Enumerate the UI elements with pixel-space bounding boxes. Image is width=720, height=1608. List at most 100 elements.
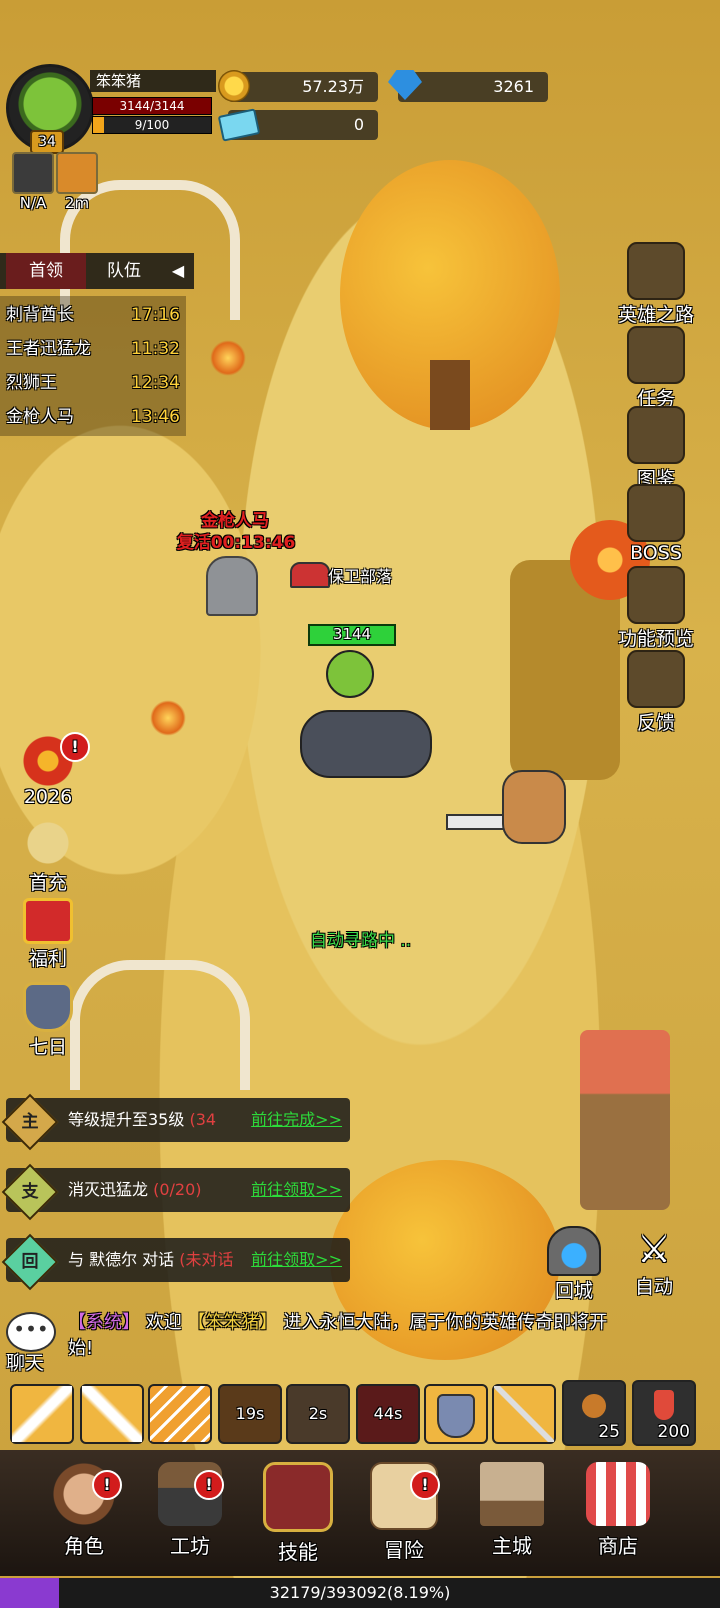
hero-road-button[interactable]: 英雄之路 [596,242,716,327]
boss-row-name: 王者迅猛龙 [6,339,91,359]
rage-face-icon [56,152,98,194]
first-recharge-button[interactable]: 首充 [10,818,86,895]
menu-label: 英雄之路 [617,304,694,326]
nav-main-city[interactable]: 主城 [462,1450,562,1576]
nav-character[interactable]: 角色 ! [34,1450,134,1576]
gold-counter[interactable]: 57.23万 [228,72,378,102]
crossed-swords-icon [12,152,54,194]
boss-row-time: 17:16 [131,305,180,325]
centaur-enemy[interactable] [446,760,566,850]
feedback-button[interactable]: 反馈 [596,650,716,735]
skill-slot[interactable]: 2s [286,1384,350,1444]
skill-slot[interactable] [492,1384,556,1444]
nav-adventure[interactable]: 冒险 ! [354,1450,454,1576]
tombstone[interactable] [206,556,258,616]
skill-cooldown: 2s [308,1404,328,1423]
item-count: 200 [657,1422,690,1442]
return-city-label: 回城 [554,1280,593,1302]
nav-skills[interactable]: 技能 [248,1450,348,1576]
return-quest-bar[interactable]: 回 与 默德尔 对话 (未对话 前往领取>> [1,1233,350,1291]
spear-icon [494,1386,554,1442]
chat-player-tag: 【笨笨猪】 [187,1312,278,1333]
skill-cooldown: 19s [235,1404,265,1423]
skill-slot[interactable] [424,1384,488,1444]
skill-slot[interactable] [80,1384,144,1444]
side-label: 首充 [28,872,67,894]
boss-row-name: 金枪人马 [6,407,74,427]
skill-slot[interactable] [10,1384,74,1444]
tab-team[interactable]: 队伍 [86,253,162,289]
shop-stall-icon [586,1462,650,1526]
side-quest-bar[interactable]: 支 消灭迅猛龙 (0/20) 前往领取>> [1,1163,350,1221]
boss-row-time: 12:34 [131,373,180,393]
menu-label: BOSS [630,542,682,564]
menu-label: 反馈 [636,712,675,734]
gem-value: 3261 [493,77,534,96]
tab-boss[interactable]: 首领 [6,253,86,289]
boss-row[interactable]: 王者迅猛龙 11:32 [6,334,186,364]
orc-head [326,650,374,698]
tree-trunk [430,360,470,430]
chat-bubble-icon[interactable]: ••• [6,1312,56,1352]
quest-progress: (34 [189,1110,217,1129]
skill-book-icon [263,1462,333,1532]
feature-preview-button[interactable]: 功能预览 [596,566,716,651]
chat-label[interactable]: 聊天 [6,1348,44,1375]
item-slot[interactable]: 25 [562,1380,626,1446]
scroll-banner-icon [627,242,685,300]
buff-slot[interactable]: 2m [54,152,100,212]
experience-fill [0,1578,59,1608]
money-bag-icon [20,818,76,868]
nav-label: 商店 [598,1534,638,1558]
boss-button[interactable]: BOSS [596,484,716,564]
skill-slot[interactable] [148,1384,212,1444]
enemy-sword [446,814,510,830]
quest-go-link[interactable]: 前往领取>> [251,1238,342,1282]
main-quest-bar[interactable]: 主 等级提升至35级 (34 前往完成>> [1,1093,350,1151]
quest-progress: (0/20) [153,1180,202,1199]
notification-badge: ! [92,1470,122,1500]
chat-system-tag: 【系统】 [68,1312,140,1333]
nav-shop[interactable]: 商店 [568,1450,668,1576]
welfare-button[interactable]: 福利 [10,898,86,971]
buff-slot[interactable]: N/A [10,152,56,212]
quest-tag-label: 支 [21,1182,39,1202]
skill-slot[interactable]: 44s [356,1384,420,1444]
quest-tag-label: 主 [21,1112,39,1132]
return-city-button[interactable]: 回城 [542,1226,606,1303]
watchtower [580,1030,670,1210]
boss-row[interactable]: 烈狮王 12:34 [6,368,186,398]
player-xp-text: 9/100 [134,118,170,132]
campfire [210,340,246,376]
preview-sign-icon [627,566,685,624]
event-2026-button[interactable]: 2026 ! [10,732,90,808]
boss-row[interactable]: 刺背酋长 17:16 [6,300,186,330]
quest-button[interactable]: 任务 [596,326,716,411]
nav-label: 主城 [492,1534,532,1558]
player-character[interactable] [300,650,432,780]
codex-button[interactable]: 图鉴 [596,406,716,491]
gem-counter[interactable]: 3261 [398,72,548,102]
boss-respawn-timer: 复活00:13:46 [176,533,296,553]
quest-description: 等级提升至35级 [68,1110,185,1129]
crossed-swords-icon: ⚔ [636,1227,672,1271]
chat-message[interactable]: 【系统】 欢迎 【笨笨猪】 进入永恒大陆，属于你的英雄传奇即将开始! [68,1310,628,1362]
seven-day-button[interactable]: 七日 [10,982,86,1059]
castle-icon [480,1462,544,1526]
boss-row[interactable]: 金枪人马 13:46 [6,402,186,432]
nav-label: 技能 [278,1540,318,1564]
side-label: 七日 [28,1036,67,1058]
chat-dots: ••• [13,1317,49,1341]
auto-battle-button[interactable]: ⚔ 自动 [622,1226,686,1299]
nav-workshop[interactable]: 工坊 ! [140,1450,240,1576]
sword-swing-icon [82,1386,142,1442]
boss-panel-tabs: 首领 队伍 ◀ [0,253,194,289]
skill-slot[interactable]: 19s [218,1384,282,1444]
boss-row-name: 烈狮王 [6,373,57,393]
collapse-arrow-icon[interactable]: ◀ [166,253,190,289]
player-name: 笨笨猪 [90,70,216,92]
quest-go-link[interactable]: 前往领取>> [251,1168,342,1212]
item-slot[interactable]: 200 [632,1380,696,1446]
boss-row-name: 刺背酋长 [6,305,74,325]
quest-go-link[interactable]: 前往完成>> [251,1098,342,1142]
